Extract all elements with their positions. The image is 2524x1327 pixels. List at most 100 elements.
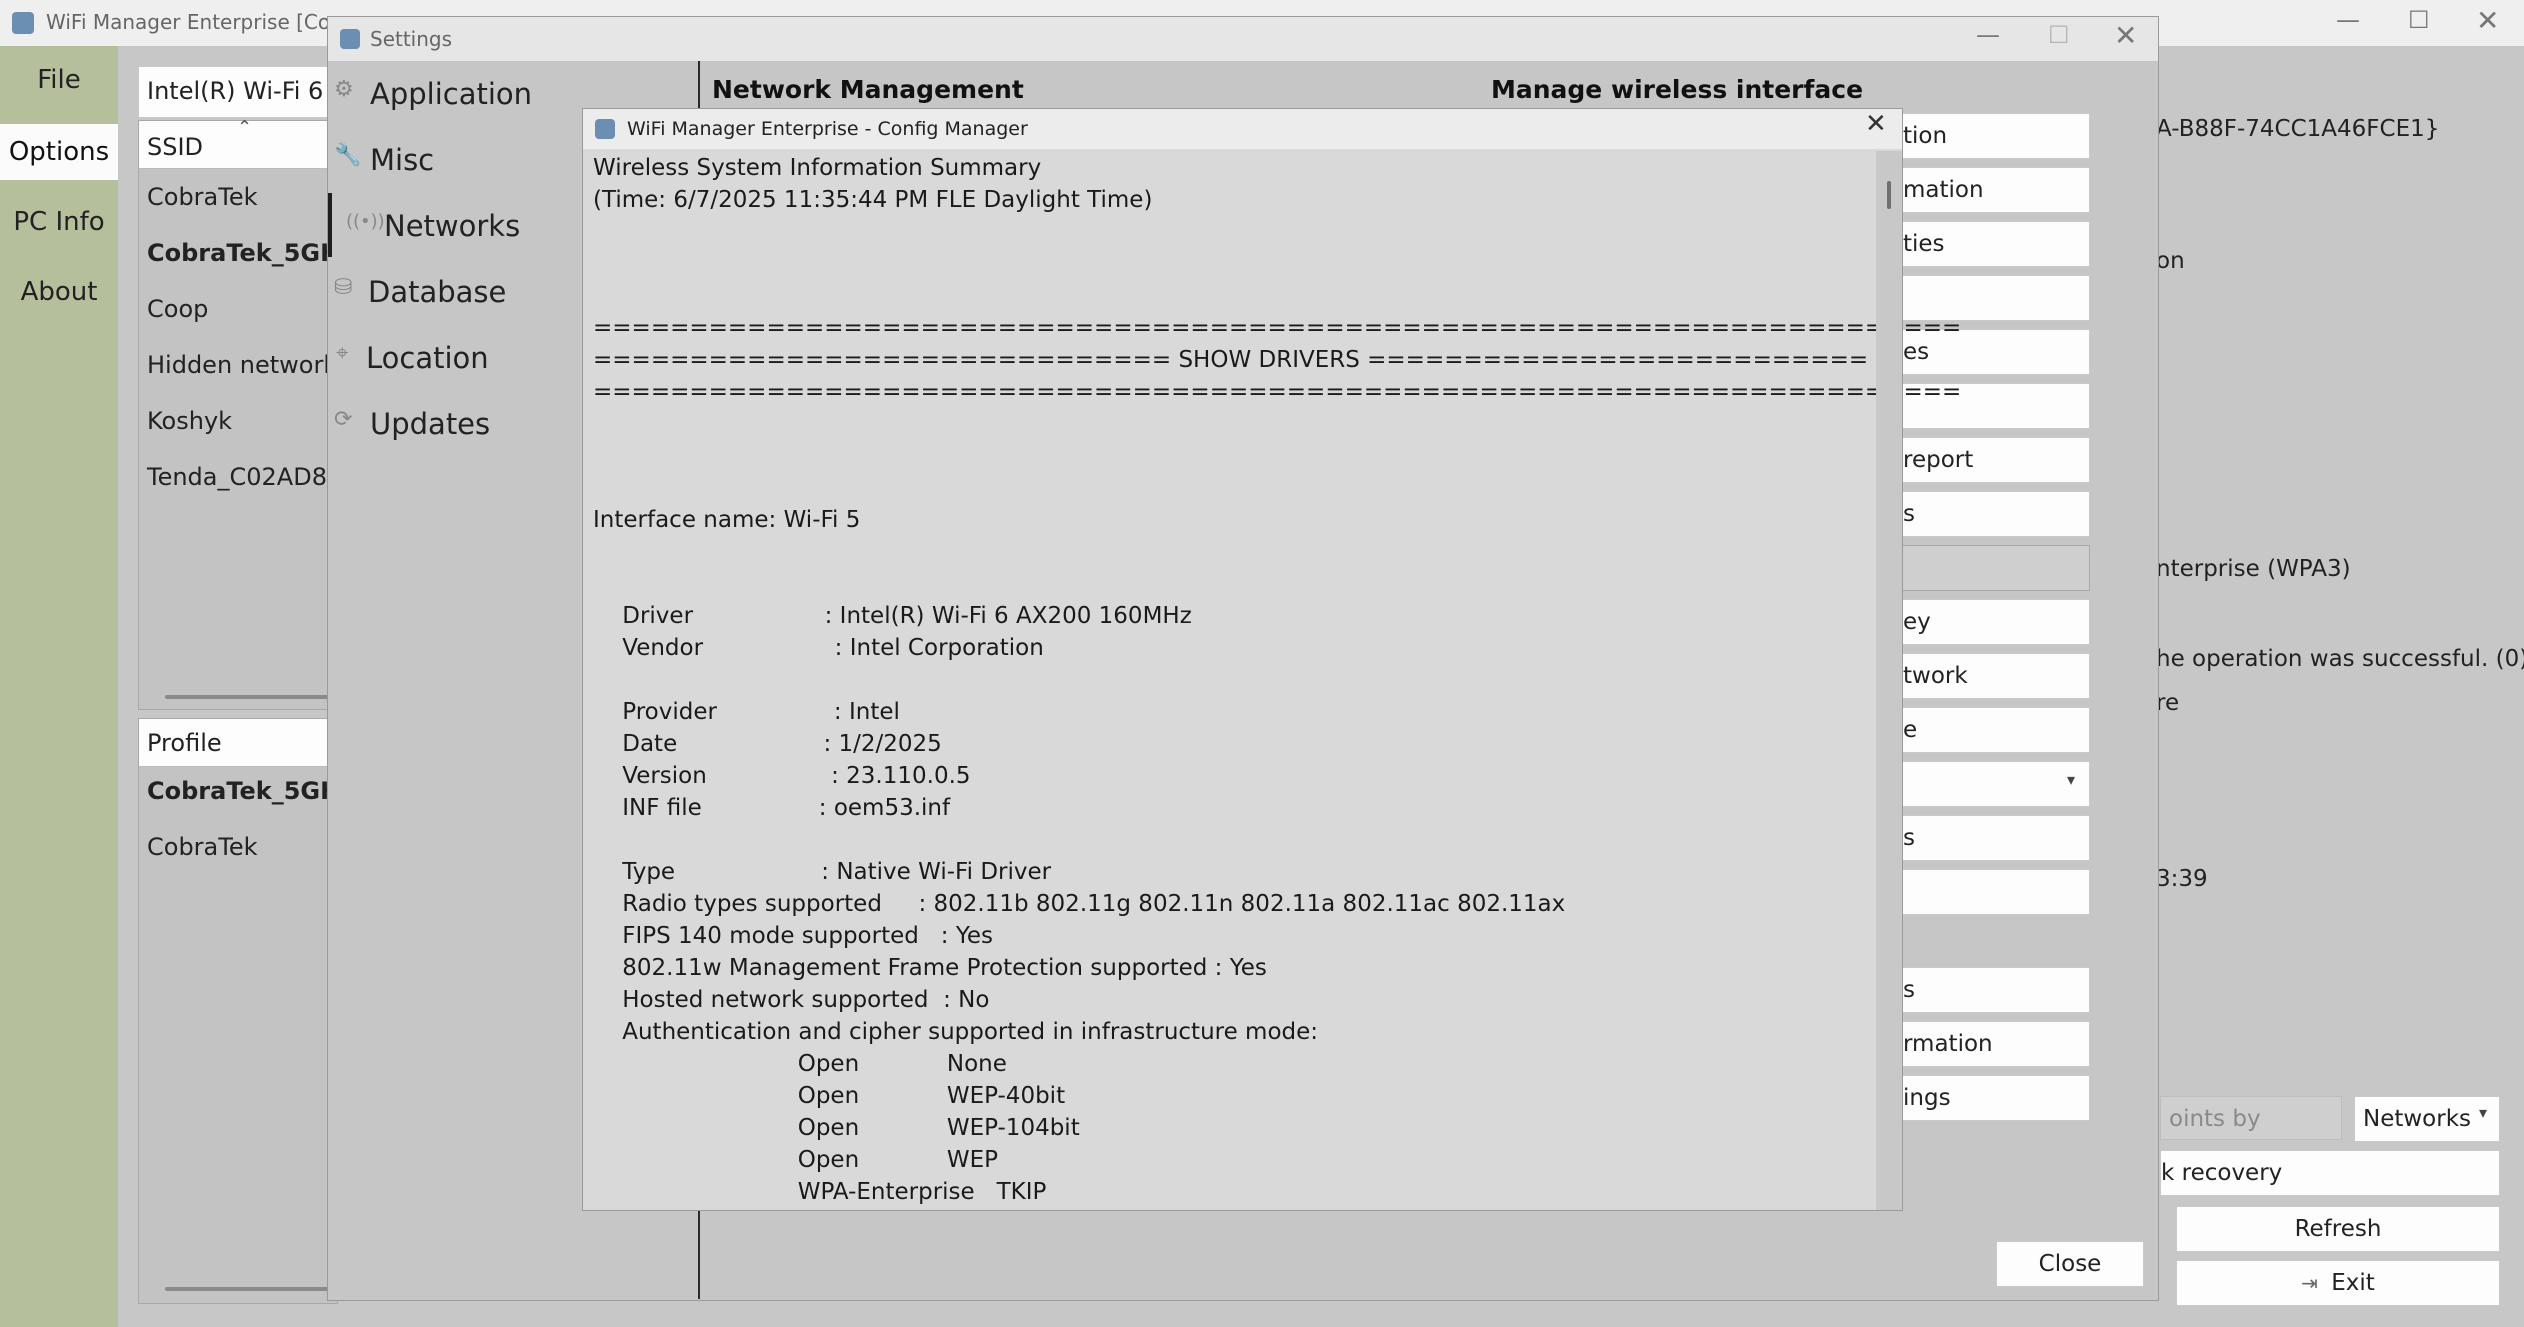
list-item[interactable]: CobraTek_5GHz [147, 777, 354, 805]
info-line: Authentication and cipher supported in i… [593, 1019, 1319, 1045]
refresh-icon: ⟳ [334, 407, 353, 432]
ssid-list[interactable]: SSID ⌃ CobraTek CobraTek_5GHz Coop Hidde… [138, 117, 354, 710]
sidebar-item-about[interactable]: About [0, 264, 118, 320]
button-label: s [1903, 825, 1915, 851]
config-titlebar: WiFi Manager Enterprise - Config Manager… [583, 109, 1902, 149]
close-icon[interactable]: ✕ [2476, 4, 2499, 37]
settings-title: Settings [370, 27, 453, 51]
maximize-icon[interactable]: ☐ [2048, 21, 2070, 49]
settings-app-icon [340, 29, 360, 49]
minimize-icon[interactable]: — [1976, 21, 2000, 49]
button-label: mation [1903, 177, 1984, 203]
info-line: FIPS 140 mode supported : Yes [593, 923, 993, 949]
info-line: 802.11w Management Frame Protection supp… [593, 955, 1267, 981]
main-sidebar: File Options PC Info About [0, 46, 118, 1327]
info-line: Wireless System Information Summary [593, 155, 1042, 181]
nav-item-networks[interactable]: Networks [384, 209, 520, 243]
system-info-text-area[interactable]: Wireless System Information Summary (Time… [583, 151, 1961, 1210]
wifi-icon: ((•)) [346, 211, 385, 232]
config-manager-dialog: WiFi Manager Enterprise - Config Manager… [582, 108, 1961, 1211]
status-message: he operation was successful. (0) [2156, 646, 2524, 672]
profile-header-label: Profile [147, 729, 222, 757]
sidebar-item-file[interactable]: File [0, 52, 118, 108]
info-line: Open WEP-40bit [593, 1083, 1066, 1109]
profile-column-header[interactable]: Profile [139, 719, 337, 767]
maximize-icon[interactable]: ☐ [2408, 6, 2430, 34]
ssid-header-label: SSID [147, 133, 204, 161]
info-line: (Time: 6/7/2025 11:35:44 PM FLE Daylight… [593, 187, 1153, 213]
wrench-icon: 🔧 [334, 143, 362, 168]
info-line: Provider : Intel [593, 699, 900, 725]
sort-asc-icon: ⌃ [237, 117, 253, 138]
list-item[interactable]: Koshyk [147, 407, 232, 435]
list-item[interactable]: Tenda_C02AD8 [147, 463, 327, 491]
settings-titlebar: Settings — ☐ ✕ [328, 17, 2158, 61]
button-label: e [1903, 717, 1918, 743]
network-management-header: Network Management [712, 75, 1024, 104]
sidebar-item-options[interactable]: Options [0, 124, 118, 180]
interface-select[interactable]: Intel(R) Wi-Fi 6 AX [138, 66, 364, 118]
info-line: Vendor : Intel Corporation [593, 635, 1044, 661]
horizontal-scrollbar[interactable] [165, 1287, 337, 1291]
scrollbar-thumb[interactable] [1887, 181, 1891, 209]
nav-item-updates[interactable]: Updates [370, 407, 490, 441]
button-label: ings [1903, 1085, 1951, 1111]
nav-selection-indicator [328, 193, 332, 257]
sidebar-item-pc-info[interactable]: PC Info [0, 194, 118, 250]
settings-close-button[interactable]: Close [1996, 1241, 2144, 1287]
minimize-icon[interactable]: — [2336, 6, 2360, 34]
list-item[interactable]: Hidden network [147, 351, 337, 379]
config-title: WiFi Manager Enterprise - Config Manager [627, 118, 1028, 140]
list-item[interactable]: CobraTek_5GHz [147, 239, 354, 267]
auth-type: nterprise (WPA3) [2156, 556, 2351, 582]
vertical-scrollbar[interactable] [1876, 151, 1902, 1210]
profile-list[interactable]: Profile CobraTek_5GHz CobraTek [138, 718, 354, 1304]
settings-close-label: Close [2038, 1251, 2102, 1277]
button-label: es [1903, 339, 1930, 365]
chevron-down-icon: ▾ [2067, 770, 2076, 789]
network-recovery-label: k recovery [2161, 1160, 2283, 1186]
location-pin-icon: ⌖ [336, 341, 349, 366]
nav-item-database[interactable]: Database [368, 275, 506, 309]
nav-item-misc[interactable]: Misc [370, 143, 434, 177]
gear-icon: ⚙ [334, 77, 354, 102]
points-by-input[interactable]: oints by [2160, 1096, 2342, 1140]
button-label: ties [1903, 231, 1945, 257]
network-recovery-button[interactable]: k recovery [2160, 1150, 2500, 1196]
list-item[interactable]: CobraTek [147, 833, 258, 861]
button-label: ey [1903, 609, 1931, 635]
connection-state: on [2156, 248, 2185, 274]
button-label: s [1903, 977, 1915, 1003]
info-line: Open WEP-104bit [593, 1115, 1080, 1141]
info-line: ========================================… [593, 315, 1962, 341]
refresh-button[interactable]: Refresh [2176, 1206, 2500, 1252]
networks-select-value: Networks [2363, 1106, 2472, 1132]
info-line: Hosted network supported : No [593, 987, 990, 1013]
info-line: Version : 23.110.0.5 [593, 763, 971, 789]
button-label: report [1903, 447, 1974, 473]
database-icon: ⛁ [334, 275, 353, 300]
networks-select[interactable]: Networks ▾ [2354, 1096, 2500, 1142]
nav-item-location[interactable]: Location [366, 341, 489, 375]
status-fragment: re [2156, 690, 2180, 716]
list-item[interactable]: Coop [147, 295, 208, 323]
button-label: twork [1903, 663, 1968, 689]
button-label: tion [1903, 123, 1948, 149]
horizontal-scrollbar[interactable] [165, 695, 337, 699]
list-item[interactable]: CobraTek [147, 183, 258, 211]
points-by-placeholder: oints by [2169, 1106, 2261, 1132]
button-label: rmation [1903, 1031, 1993, 1057]
nav-item-application[interactable]: Application [370, 77, 532, 111]
exit-label: Exit [2331, 1270, 2375, 1296]
close-icon[interactable]: ✕ [2114, 19, 2137, 52]
info-line: ========================================… [593, 379, 1962, 405]
app-icon [12, 12, 34, 34]
exit-button[interactable]: ⇥ Exit [2176, 1260, 2500, 1306]
info-line: Interface name: Wi-Fi 5 [593, 507, 861, 533]
info-line: Driver : Intel(R) Wi-Fi 6 AX200 160MHz [593, 603, 1192, 629]
interface-guid: A-B88F-74CC1A46FCE1} [2156, 116, 2440, 142]
ssid-column-header[interactable]: SSID ⌃ [139, 117, 337, 169]
refresh-label: Refresh [2294, 1216, 2382, 1242]
close-icon[interactable]: ✕ [1865, 109, 1887, 139]
info-line: Open WEP [593, 1147, 999, 1173]
